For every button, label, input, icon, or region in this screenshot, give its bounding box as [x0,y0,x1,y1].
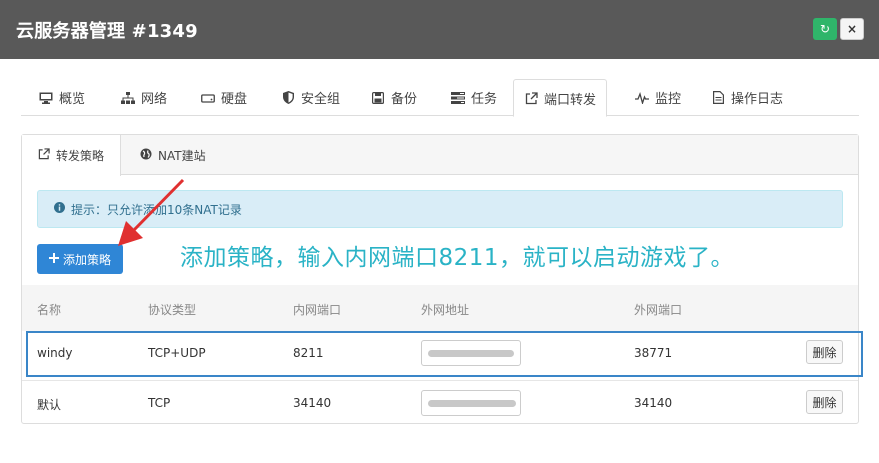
annotation-arrow [118,178,185,246]
